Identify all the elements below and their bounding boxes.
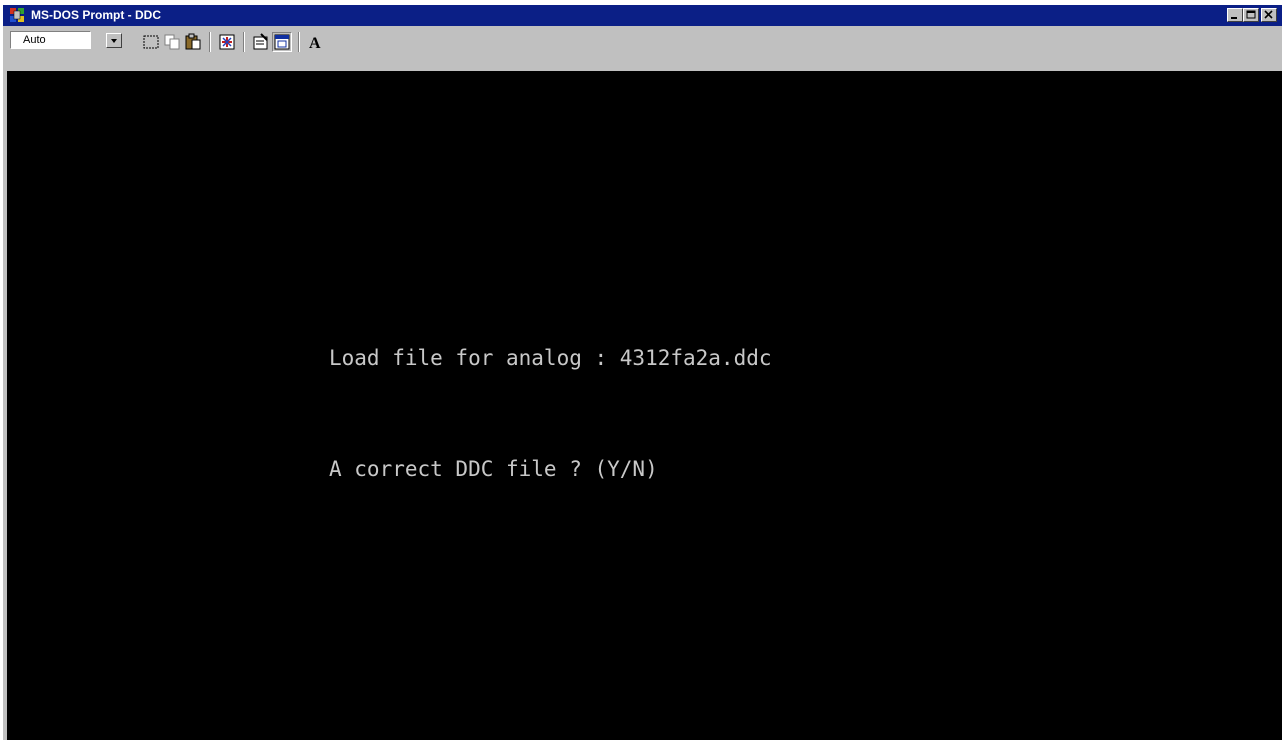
fullscreen-button[interactable] <box>217 32 237 52</box>
minimize-icon <box>1231 17 1237 19</box>
mark-icon <box>143 35 159 49</box>
properties-button[interactable] <box>251 32 271 52</box>
fullscreen-icon <box>219 34 235 50</box>
mark-button[interactable] <box>141 32 161 52</box>
background-icon <box>274 34 290 50</box>
svg-text:A: A <box>309 35 321 52</box>
font-size-dropdown-button[interactable] <box>106 33 122 48</box>
copy-button[interactable] <box>162 32 182 52</box>
font-size-select[interactable]: Auto <box>10 31 91 49</box>
window-title: MS-DOS Prompt - DDC <box>31 8 161 22</box>
paste-icon <box>185 33 201 50</box>
paste-button[interactable] <box>183 32 203 52</box>
properties-icon <box>253 33 268 50</box>
font-icon: A <box>309 35 321 52</box>
close-button[interactable] <box>1261 8 1277 22</box>
console-line: A correct DDC file ? (Y/N) <box>329 457 658 481</box>
console-line: Load file for analog : 4312fa2a.ddc <box>329 346 772 370</box>
font-button[interactable]: A <box>305 32 325 52</box>
toolbar-separator <box>209 32 211 52</box>
minimize-button[interactable] <box>1227 8 1243 22</box>
chevron-down-icon <box>111 39 117 43</box>
msdos-window: MS-DOS Prompt - DDC Auto A Load file for… <box>3 5 1282 740</box>
msdos-icon[interactable] <box>9 7 25 23</box>
copy-icon <box>164 34 180 50</box>
font-size-value: Auto <box>23 34 46 46</box>
console-output[interactable]: Load file for analog : 4312fa2a.ddc A co… <box>7 71 1282 740</box>
toolbar-separator <box>298 32 300 52</box>
title-bar[interactable]: MS-DOS Prompt - DDC <box>3 5 1282 26</box>
maximize-button[interactable] <box>1243 8 1259 22</box>
maximize-icon <box>1246 10 1256 19</box>
close-icon <box>1264 10 1273 19</box>
toolbar-separator <box>243 32 245 52</box>
background-button[interactable] <box>272 32 292 52</box>
toolbar: Auto A <box>3 26 1282 71</box>
